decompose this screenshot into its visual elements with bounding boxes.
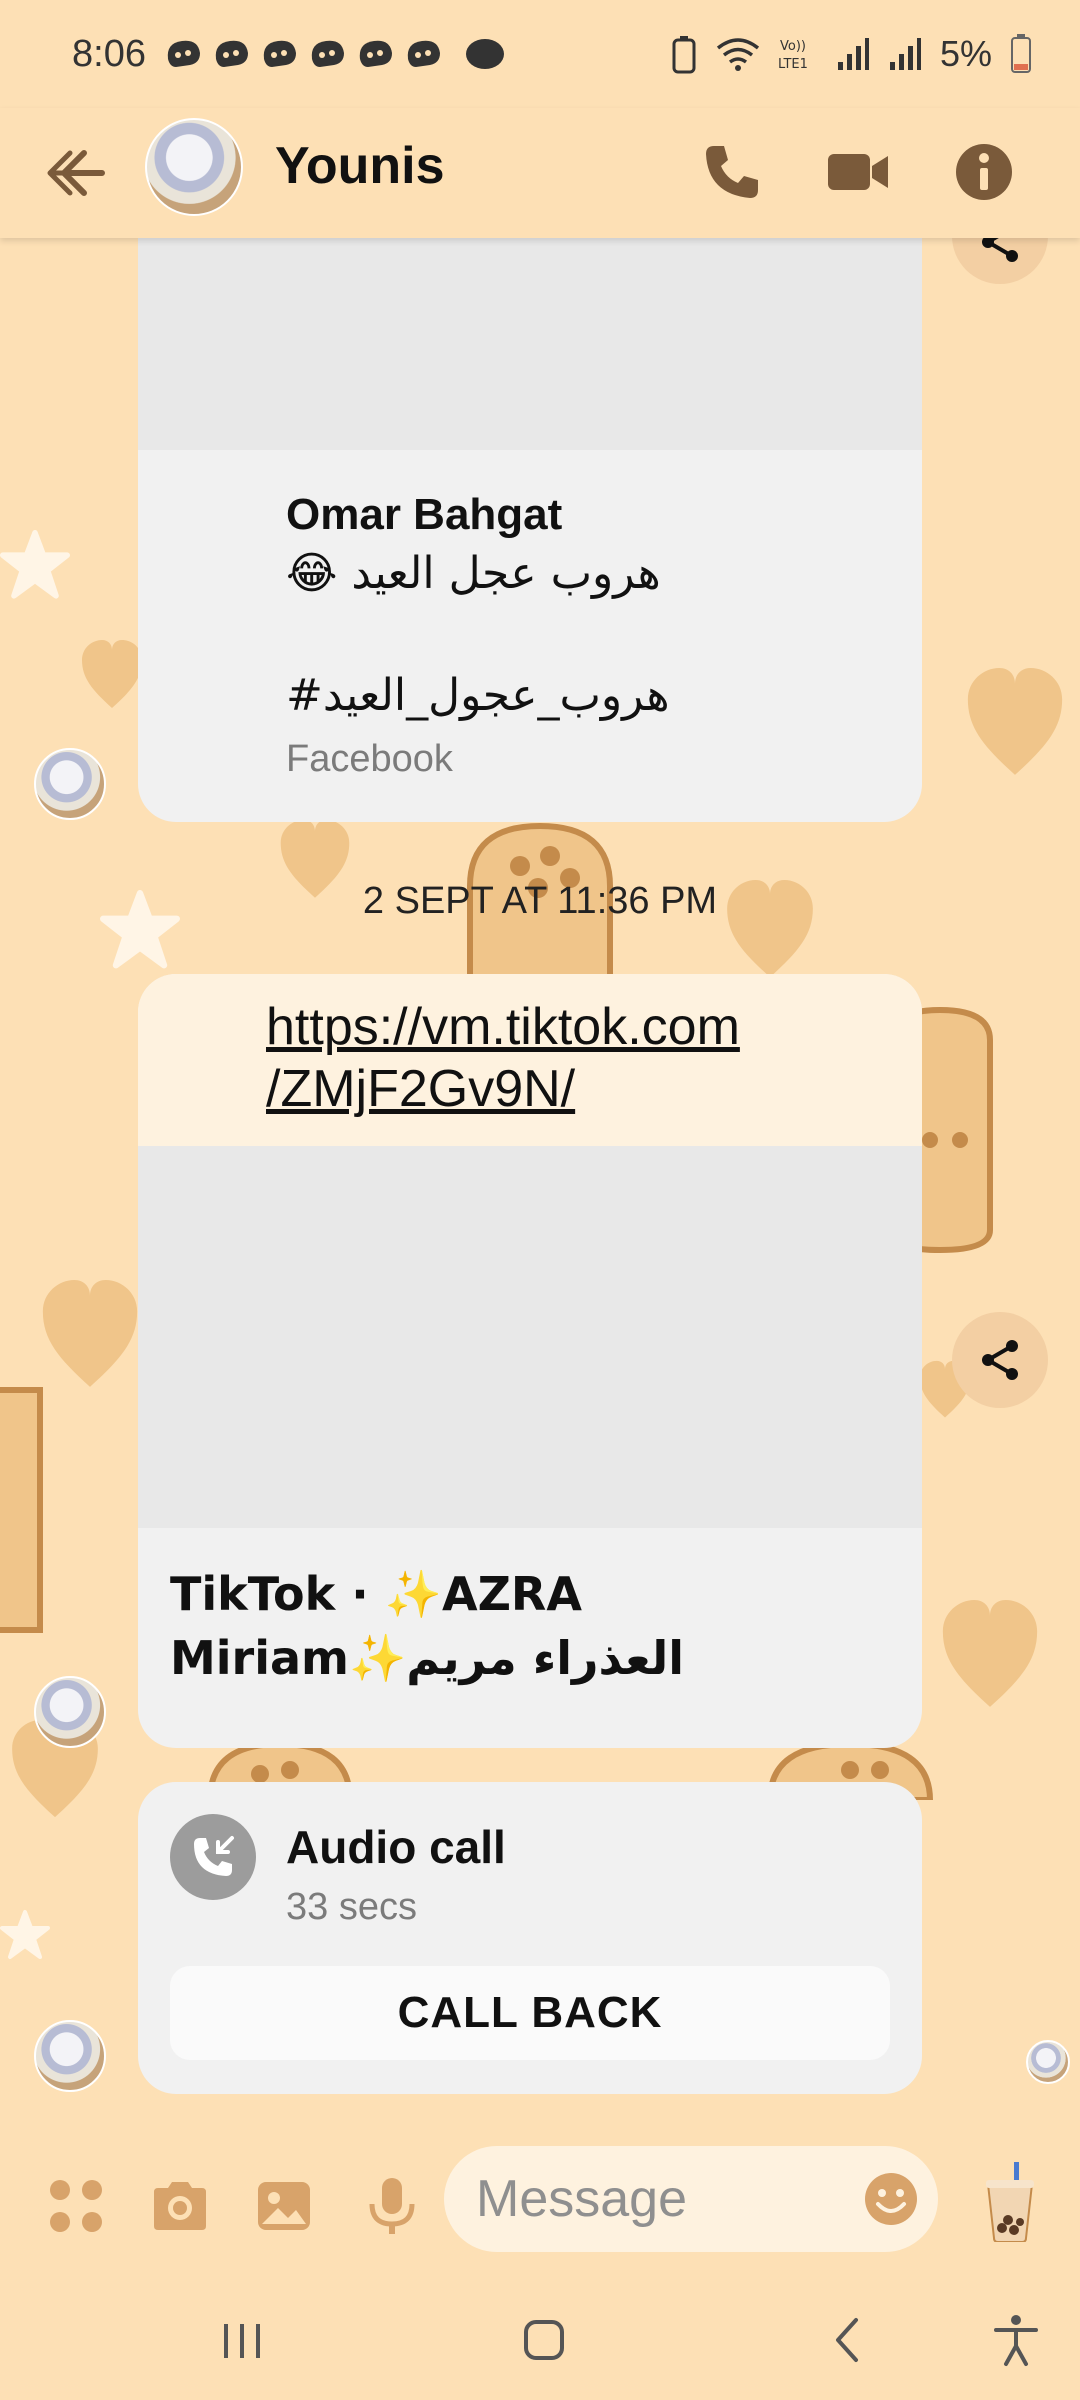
bubble-tea-sticker-icon[interactable]	[980, 2162, 1040, 2242]
link-preview-image[interactable]	[138, 1146, 922, 1528]
video-call-icon[interactable]	[826, 140, 890, 204]
status-bar: 8:06 Vo)) LTE1 5%	[0, 0, 1080, 108]
contact-avatar[interactable]	[145, 118, 243, 216]
battery-saver-icon	[672, 36, 696, 74]
gallery-icon[interactable]	[252, 2174, 316, 2238]
notification-icon	[311, 40, 344, 67]
emoji-icon[interactable]	[862, 2170, 920, 2228]
notification-icon	[263, 40, 296, 67]
tiktok-link[interactable]: https://vm.tiktok.com /ZMjF2Gv9N/	[266, 996, 866, 1120]
call-back-button[interactable]: CALL BACK	[170, 1966, 890, 2060]
notification-icon	[359, 40, 392, 67]
message-field[interactable]	[444, 2146, 938, 2252]
contact-name[interactable]: Younis	[275, 136, 444, 196]
phone-icon[interactable]	[700, 140, 764, 204]
share-button[interactable]	[952, 1312, 1048, 1408]
home-icon[interactable]	[514, 2310, 574, 2370]
battery-percent: 5%	[939, 33, 992, 74]
sender-avatar[interactable]	[34, 748, 106, 820]
accessibility-icon[interactable]	[986, 2310, 1046, 2370]
call-title: Audio call	[286, 1821, 506, 1873]
notification-icon	[407, 40, 440, 67]
post-hashtag: #هروب_عجول_العيد	[286, 670, 670, 721]
svg-text:LTE1: LTE1	[778, 57, 808, 72]
bubble-tea-decoration	[0, 1387, 43, 1633]
read-receipt-avatar	[1026, 2040, 1070, 2084]
message-input[interactable]	[476, 2162, 836, 2236]
status-right: Vo)) LTE1 5%	[670, 33, 1032, 75]
message-composer	[0, 2140, 1080, 2270]
post-author: Omar Bahgat	[286, 490, 563, 539]
info-icon[interactable]	[952, 140, 1016, 204]
recent-apps-icon[interactable]	[212, 2310, 272, 2370]
wifi-icon	[716, 38, 760, 71]
apps-grid-icon[interactable]	[44, 2174, 108, 2238]
conversation-header: Younis	[0, 108, 1080, 238]
call-duration: 33 secs	[286, 1886, 417, 1928]
heart-decoration	[42, 1280, 138, 1387]
post-source: Facebook	[286, 738, 453, 780]
notification-icon	[215, 40, 248, 67]
volte-icon: Vo)) LTE1	[778, 39, 808, 72]
incoming-call-icon	[194, 1836, 234, 1876]
back-arrow-icon[interactable]	[40, 143, 110, 203]
link-text-area: https://vm.tiktok.com /ZMjF2Gv9N/	[138, 974, 922, 1146]
heart-decoration	[942, 1600, 1038, 1707]
heart-decoration	[967, 668, 1063, 775]
back-nav-icon[interactable]	[818, 2310, 878, 2370]
heart-decoration	[82, 640, 142, 708]
share-icon	[982, 1340, 1018, 1380]
link-preview-title: TikTok · ✨AZRA Miriam✨العذراء مريم	[170, 1567, 685, 1685]
missed-call-icon	[170, 1814, 256, 1900]
microphone-icon[interactable]	[360, 2174, 424, 2238]
signal-icon	[837, 38, 869, 70]
system-navigation-bar	[0, 2280, 1080, 2400]
battery-icon	[1011, 34, 1031, 73]
notification-icon	[167, 40, 200, 67]
star-decoration	[0, 530, 70, 599]
notification-icons	[164, 37, 504, 71]
more-notifications-dot	[465, 39, 504, 69]
star-decoration	[0, 1910, 50, 1959]
audio-call-message: Audio call 33 secs CALL BACK	[138, 1782, 922, 2094]
signal-icon	[889, 38, 921, 70]
camera-icon[interactable]	[148, 2174, 212, 2238]
post-text-line: 😂 هروب عجل العيد	[286, 548, 661, 599]
shared-post-message[interactable]: Omar Bahgat 😂 هروب عجل العيد #هروب_عجول_…	[138, 200, 922, 822]
svg-text:Vo)): Vo))	[780, 39, 806, 54]
timestamp-divider: 2 SEPT AT 11:36 PM	[362, 880, 718, 922]
sender-avatar[interactable]	[34, 2020, 106, 2092]
status-time: 8:06	[72, 32, 146, 75]
sender-avatar[interactable]	[34, 1676, 106, 1748]
link-message[interactable]: https://vm.tiktok.com /ZMjF2Gv9N/ TikTok…	[138, 974, 922, 1748]
